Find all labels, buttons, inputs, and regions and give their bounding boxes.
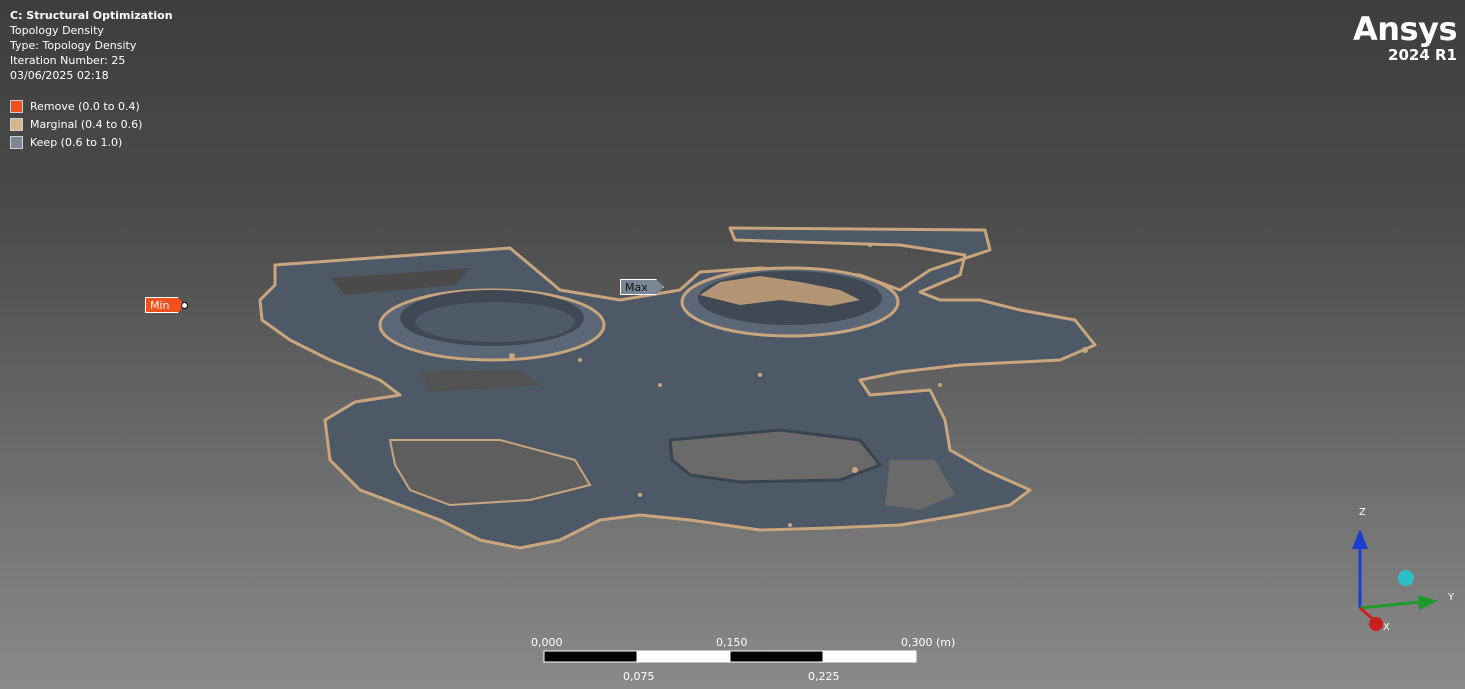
triad-x-label: X <box>1383 622 1390 633</box>
triad-z-label: Z <box>1359 507 1366 518</box>
coordinate-triad[interactable] <box>0 0 1465 689</box>
triad-y-label: Y <box>1448 592 1455 603</box>
